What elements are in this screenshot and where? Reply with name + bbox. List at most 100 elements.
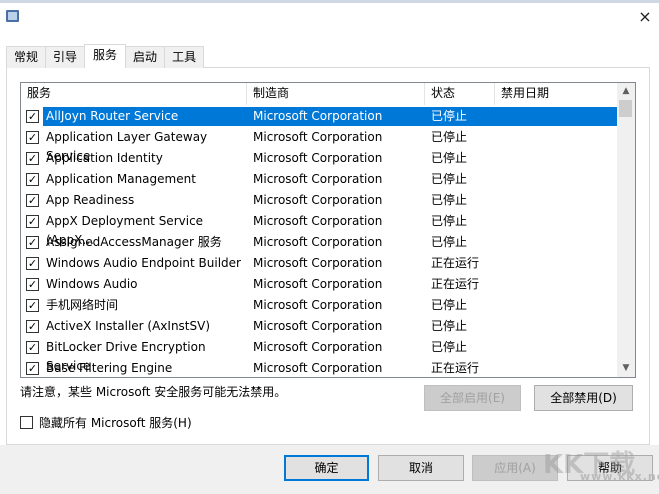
service-name-cell: ✓ Windows Audio Endpoint Builder: [21, 253, 247, 274]
service-vendor: Microsoft Corporation: [253, 130, 383, 144]
service-vendor: Microsoft Corporation: [253, 277, 383, 291]
service-checkbox[interactable]: ✓: [26, 110, 39, 123]
service-name: AllJoyn Router Service: [43, 107, 247, 126]
service-vendor: Microsoft Corporation: [253, 214, 383, 228]
column-header-service[interactable]: 服务: [21, 83, 247, 105]
service-row[interactable]: ✓ AppX Deployment Service (AppX... Microso…: [21, 211, 617, 247]
ok-button[interactable]: 确定: [284, 455, 369, 481]
vertical-scrollbar[interactable]: ▲ ▼: [617, 83, 635, 377]
checkbox[interactable]: [20, 416, 33, 429]
services-list[interactable]: 服务 制造商 状态 禁用日期 ✓ AllJoyn Router Service Mi…: [20, 82, 636, 378]
service-disabled-date: [495, 212, 617, 231]
service-vendor: Microsoft Corporation: [253, 361, 383, 375]
service-disabled-date: [495, 338, 617, 357]
service-checkbox[interactable]: ✓: [26, 194, 39, 207]
service-name-cell: ✓ AllJoyn Router Service: [21, 106, 247, 127]
service-vendor: Microsoft Corporation: [253, 193, 383, 207]
service-name-cell: ✓ Application Layer Gateway Service: [21, 127, 247, 163]
service-row[interactable]: ✓ Windows Audio Endpoint Builder Microsoft…: [21, 253, 617, 274]
cancel-button[interactable]: 取消: [378, 455, 464, 481]
service-name-cell: ✓ Application Identity: [21, 148, 247, 169]
tab-general[interactable]: 常规: [6, 46, 47, 68]
service-name-cell: ✓ 手机网络时间: [21, 295, 247, 316]
service-row[interactable]: ✓ Windows Audio Microsoft Corporation 正在运行: [21, 274, 617, 295]
tab-boot[interactable]: 引导: [45, 46, 86, 68]
service-disabled-date: [495, 128, 617, 147]
column-header-disabled-date[interactable]: 禁用日期: [495, 83, 617, 105]
enable-all-button[interactable]: 全部启用(E): [424, 385, 521, 411]
service-name: Windows Audio: [46, 277, 138, 291]
hide-microsoft-services-label: 隐藏所有 Microsoft 服务(H): [39, 416, 192, 430]
column-header-vendor[interactable]: 制造商: [247, 83, 425, 105]
service-status: 已停止: [431, 214, 468, 228]
service-row[interactable]: ✓ BitLocker Drive Encryption Service Micro…: [21, 337, 617, 373]
service-name: AssignedAccessManager 服务: [46, 235, 222, 249]
service-vendor: Microsoft Corporation: [247, 107, 425, 126]
service-checkbox[interactable]: ✓: [26, 278, 39, 291]
watermark-url: www.kkx.net: [580, 470, 659, 483]
tab-startup[interactable]: 启动: [125, 46, 166, 68]
tab-bar: 常规 引导 服务 启动 工具: [6, 44, 205, 68]
service-checkbox[interactable]: ✓: [26, 341, 39, 354]
service-status: 正在运行: [431, 277, 480, 291]
service-status: 正在运行: [431, 256, 480, 270]
disable-all-button[interactable]: 全部禁用(D): [534, 385, 633, 411]
service-name: Application Layer Gateway Service: [46, 130, 208, 163]
service-checkbox[interactable]: ✓: [26, 362, 39, 375]
service-row[interactable]: ✓ Application Management Microsoft Corpora…: [21, 169, 617, 190]
service-vendor: Microsoft Corporation: [253, 151, 383, 165]
service-row[interactable]: ✓ Base Filtering Engine Microsoft Corporat…: [21, 358, 617, 377]
service-status: 已停止: [425, 107, 495, 126]
column-header-status[interactable]: 状态: [425, 83, 495, 105]
service-name: ActiveX Installer (AxInstSV): [46, 319, 211, 333]
service-checkbox[interactable]: ✓: [26, 131, 39, 144]
service-row[interactable]: ✓ 手机网络时间 Microsoft Corporation 已停止: [21, 295, 617, 316]
service-disabled-date: [495, 107, 617, 126]
scroll-down-icon[interactable]: ▼: [617, 360, 635, 377]
service-disabled-date: [495, 275, 617, 294]
tab-tools[interactable]: 工具: [164, 46, 205, 68]
service-disabled-date: [495, 170, 617, 189]
service-checkbox[interactable]: ✓: [26, 152, 39, 165]
close-button[interactable]: ×: [634, 6, 656, 28]
scroll-up-icon[interactable]: ▲: [617, 83, 635, 100]
hide-microsoft-services-checkbox[interactable]: 隐藏所有 Microsoft 服务(H): [20, 414, 192, 431]
service-name: Application Management: [46, 172, 196, 186]
service-status: 已停止: [431, 319, 468, 333]
service-vendor: Microsoft Corporation: [253, 319, 383, 333]
service-checkbox[interactable]: ✓: [26, 299, 39, 312]
service-status: 正在运行: [431, 361, 480, 375]
taskbar-strip: [0, 0, 659, 3]
tab-services[interactable]: 服务: [84, 44, 127, 68]
service-name-cell: ✓ Application Management: [21, 169, 247, 190]
service-row[interactable]: ✓ Application Layer Gateway Service Micros…: [21, 127, 617, 163]
scroll-thumb[interactable]: [619, 100, 632, 117]
service-vendor: Microsoft Corporation: [253, 256, 383, 270]
service-row[interactable]: ✓ ActiveX Installer (AxInstSV) Microsoft C…: [21, 316, 617, 337]
service-disabled-date: [495, 191, 617, 210]
service-status: 已停止: [431, 340, 468, 354]
service-name-cell: ✓ AssignedAccessManager 服务: [21, 232, 247, 253]
service-name-cell: ✓ ActiveX Installer (AxInstSV): [21, 316, 247, 337]
service-name: Base Filtering Engine: [46, 361, 173, 375]
security-note: 请注意，某些 Microsoft 安全服务可能无法禁用。: [20, 385, 287, 399]
service-disabled-date: [495, 254, 617, 273]
service-disabled-date: [495, 317, 617, 336]
service-row[interactable]: ✓ AllJoyn Router Service Microsoft Corpora…: [21, 106, 617, 127]
service-status: 已停止: [431, 193, 468, 207]
service-checkbox[interactable]: ✓: [26, 215, 39, 228]
service-checkbox[interactable]: ✓: [26, 173, 39, 186]
service-checkbox[interactable]: ✓: [26, 257, 39, 270]
service-name: Windows Audio Endpoint Builder: [46, 256, 241, 270]
service-row[interactable]: ✓ App Readiness Microsoft Corporation 已停止: [21, 190, 617, 211]
service-name-cell: ✓ App Readiness: [21, 190, 247, 211]
service-vendor: Microsoft Corporation: [253, 235, 383, 249]
service-row[interactable]: ✓ AssignedAccessManager 服务 Microsoft Corpo…: [21, 232, 617, 253]
service-checkbox[interactable]: ✓: [26, 320, 39, 333]
service-disabled-date: [495, 233, 617, 252]
service-name-cell: ✓ Base Filtering Engine: [21, 358, 247, 377]
service-row[interactable]: ✓ Application Identity Microsoft Corporati…: [21, 148, 617, 169]
service-disabled-date: [495, 359, 617, 377]
service-vendor: Microsoft Corporation: [253, 172, 383, 186]
service-checkbox[interactable]: ✓: [26, 236, 39, 249]
